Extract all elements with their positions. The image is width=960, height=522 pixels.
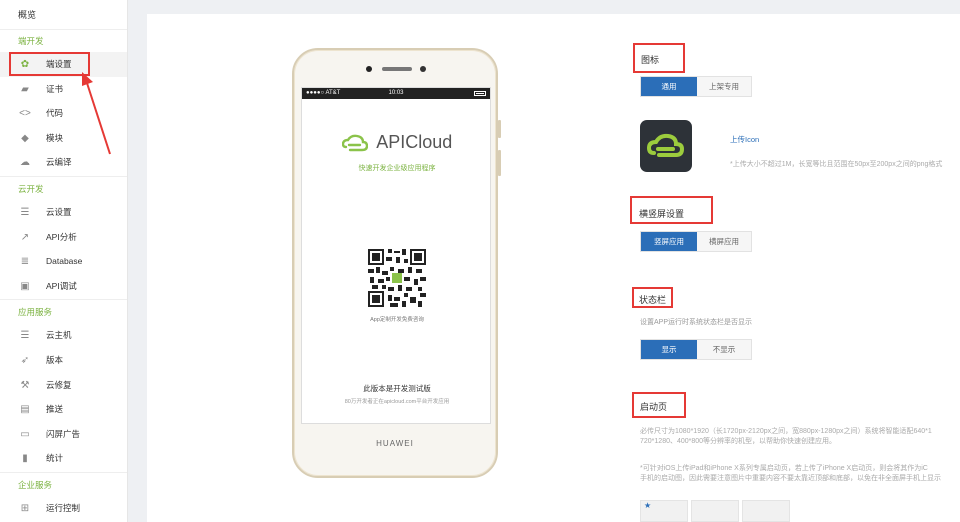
sidebar-item-label: 证书 (46, 83, 64, 94)
sliders-icon: ☰ (20, 206, 30, 218)
app-logo: APICloud (302, 132, 490, 153)
statusbar-description: 设置APP运行时系统状态栏是否显示 (640, 319, 753, 326)
sidebar-item-cloud-settings[interactable]: ☰ 云设置 (0, 200, 127, 225)
orientation-tab-portrait[interactable]: 竖屏应用 (641, 232, 697, 251)
orientation-tab-landscape[interactable]: 横屏应用 (697, 232, 751, 251)
phone-status-bar: ●●●●○ AT&T 10:03 (302, 88, 490, 99)
cloud-icon: ☁ (20, 157, 30, 169)
sidebar-divider (0, 175, 127, 177)
qr-caption: App定制开发免费咨询 (370, 317, 424, 323)
sidebar-item-api-analysis[interactable]: ↗ API分析 (0, 225, 127, 250)
sidebar-divider (0, 471, 127, 473)
line-chart-icon: ↗ (20, 231, 30, 243)
camera-icon (366, 66, 372, 72)
sidebar-item-label: Database (46, 256, 83, 267)
screen-icon: ▭ (20, 428, 30, 440)
qr-code-icon (368, 249, 426, 307)
speaker-icon (382, 67, 412, 71)
phone-screen: ●●●●○ AT&T 10:03 APICloud 快速开发企业级应用程序 Ap… (301, 87, 491, 424)
status-time: 10:03 (388, 90, 404, 96)
statusbar-toggle: 显示 不显示 (640, 339, 752, 360)
sidebar-item-label: 云修复 (46, 379, 72, 390)
app-name: APICloud (376, 132, 453, 152)
sidebar-item-label: 代码 (46, 108, 64, 119)
sidebar-overview[interactable]: 概览 (0, 0, 127, 30)
launch-hint-1: 必传尺寸为1080*1920（长1720px-2120px之间，宽880px-1… (640, 428, 932, 435)
sensor-icon (420, 66, 426, 72)
phone-preview: ●●●●○ AT&T 10:03 APICloud 快速开发企业级应用程序 Ap… (292, 48, 501, 478)
sidebar-section-title: 企业服务 (18, 479, 53, 490)
icon-tab-store[interactable]: 上架专用 (697, 77, 751, 96)
sidebar-item-label: 版本 (46, 354, 64, 365)
dev-version-title: 此版本是开发测试版 (363, 384, 431, 393)
debug-icon: ▣ (20, 280, 30, 292)
launch-hint-2: 720*1280、400*800等分辨率的机型，以帮助你快速创建应用。 (640, 438, 837, 445)
icon-upload-hint: *上传大小不超过1M，长宽等比且范围在50px至200px之间的png格式 (730, 161, 943, 168)
highlight-box-orientation (630, 196, 713, 224)
sidebar-item-label: 闪屏广告 (46, 428, 81, 439)
sidebar-item-label: 云主机 (46, 330, 72, 341)
main-panel: ●●●●○ AT&T 10:03 APICloud 快速开发企业级应用程序 Ap… (147, 14, 960, 522)
annotation-arrow (82, 72, 111, 155)
power-button (498, 150, 501, 176)
sidebar-section-title: 端开发 (18, 36, 44, 46)
sidebar-item-database[interactable]: ≣ Database (0, 249, 127, 274)
orientation-toggle: 竖屏应用 横屏应用 (640, 231, 752, 252)
star-icon: ★ (644, 501, 652, 510)
sidebar-item-push[interactable]: ▤ 推送 (0, 397, 127, 422)
sidebar-item-api-debug[interactable]: ▣ API调试 (0, 274, 127, 299)
highlight-box-statusbar (632, 287, 673, 308)
launch-hint-4: 手机的启动图，因此需要注意图片中重要内容不要太靠近顶部和底部，以免在非全面屏手机… (640, 475, 941, 482)
icon-tab-general[interactable]: 通用 (641, 77, 697, 96)
highlight-box-launch (632, 392, 686, 418)
sidebar-item-label: 推送 (46, 404, 64, 415)
wrench-icon: ⚒ (20, 379, 30, 391)
launch-thumbnails (640, 500, 790, 522)
sidebar-item-cloud-fix[interactable]: ⚒ 云修复 (0, 373, 127, 398)
sidebar-item-cloud-host[interactable]: ☰ 云主机 (0, 323, 127, 348)
phone-brand: HUAWEI (376, 439, 414, 448)
sidebar-item-run-control[interactable]: ⊞ 运行控制 (0, 496, 127, 521)
server-icon: ☰ (20, 330, 30, 342)
sidebar-item-label: 云设置 (46, 206, 72, 217)
launch-thumbnail[interactable] (691, 500, 739, 522)
puzzle-icon: ◆ (21, 132, 29, 144)
sidebar-item-label: API分析 (46, 231, 77, 242)
app-icon-preview[interactable] (640, 120, 692, 172)
launch-thumbnail[interactable] (742, 500, 790, 522)
sidebar-item-statistics[interactable]: ▮ 统计 (0, 446, 127, 471)
sidebar-section-title: 云开发 (18, 183, 44, 194)
control-icon: ⊞ (20, 502, 30, 514)
sidebar-section-title: 应用服务 (18, 307, 53, 318)
battery-icon (474, 91, 486, 96)
launch-hint-3: *可针对iOS上传iPad和iPhone X系列专属启动页，若上传了iPhone… (640, 465, 928, 472)
push-icon: ▤ (20, 404, 30, 416)
sidebar-item-label: 云编译 (46, 157, 72, 168)
app-tagline: 快速开发企业级应用程序 (358, 165, 436, 172)
statusbar-tab-show[interactable]: 显示 (641, 340, 697, 359)
rocket-icon: ➶ (20, 354, 30, 366)
sidebar-item-version[interactable]: ➶ 版本 (0, 348, 127, 373)
sidebar-item-label: 模块 (46, 132, 64, 143)
certificate-icon: ▰ (21, 83, 29, 95)
code-icon: <> (19, 108, 31, 120)
bar-chart-icon: ▮ (22, 453, 28, 465)
sidebar-divider (0, 299, 127, 301)
highlight-box-icon (633, 43, 685, 73)
volume-button (498, 120, 501, 138)
sidebar-item-label: 运行控制 (46, 502, 81, 513)
apicloud-logo-icon (341, 134, 368, 151)
sidebar-item-label: 统计 (46, 453, 64, 464)
sidebar-item-splash-ad[interactable]: ▭ 闪屏广告 (0, 422, 127, 447)
apicloud-logo-icon (646, 133, 685, 157)
icon-type-toggle: 通用 上架专用 (640, 76, 752, 97)
sidebar-item-label: API调试 (46, 280, 77, 291)
dev-version-subtitle: 80万开发者正在apicloud.com平台开发应用 (344, 399, 450, 405)
statusbar-tab-hide[interactable]: 不显示 (697, 340, 751, 359)
database-icon: ≣ (20, 256, 30, 268)
upload-icon-link[interactable]: 上传Icon (730, 134, 759, 145)
